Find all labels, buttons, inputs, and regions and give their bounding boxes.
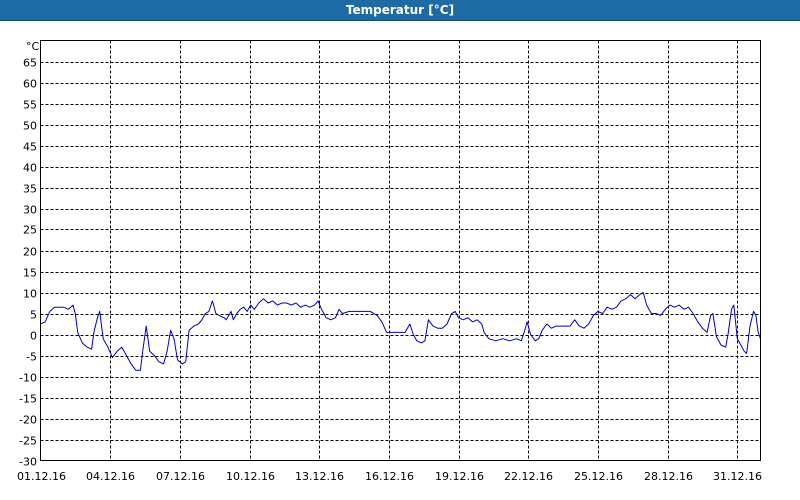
x-tick-label: 25.12.16 <box>574 470 623 483</box>
y-tick-label: 10 <box>23 288 37 301</box>
y-tick-label: -30 <box>19 456 37 469</box>
y-tick-label: 20 <box>23 246 37 259</box>
y-tick-label: 55 <box>23 99 37 112</box>
y-tick-label: 45 <box>23 141 37 154</box>
x-tick-label: 01.12.16 <box>17 470 66 483</box>
y-tick-label: 25 <box>23 224 37 237</box>
y-tick-label: 35 <box>23 183 37 196</box>
y-tick-label: 50 <box>23 120 37 133</box>
x-tick-label: 22.12.16 <box>504 470 553 483</box>
y-tick-label: 65 <box>23 57 37 70</box>
x-tick-label: 31.12.16 <box>713 470 762 483</box>
y-tick-label: -25 <box>19 435 37 448</box>
x-tick-label: 28.12.16 <box>644 470 693 483</box>
y-tick-label: -15 <box>19 393 37 406</box>
x-tick-label: 19.12.16 <box>435 470 484 483</box>
x-tick-label: 10.12.16 <box>226 470 275 483</box>
y-tick-label: 30 <box>23 204 37 217</box>
x-axis-ticks: 01.12.16 04.12.16 07.12.16 10.12.16 13.12.16… <box>17 470 762 483</box>
y-tick-label: 0 <box>30 330 37 343</box>
y-tick-label: 60 <box>23 78 37 91</box>
y-tick-label: 5 <box>30 309 37 322</box>
x-tick-label: 07.12.16 <box>156 470 205 483</box>
x-tick-label: 16.12.16 <box>365 470 414 483</box>
temperature-series-line <box>40 292 761 371</box>
y-tick-label: -20 <box>19 414 37 427</box>
x-tick-label: 13.12.16 <box>295 470 344 483</box>
series-layer <box>40 292 761 371</box>
y-tick-label: 15 <box>23 267 37 280</box>
grid-layer <box>40 40 761 461</box>
y-tick-label: 40 <box>23 162 37 175</box>
plot-frame <box>40 40 761 461</box>
y-axis-unit-label: °C <box>26 40 40 53</box>
y-axis-ticks: 65605550454035302520151050-5-10-15-20-25… <box>19 57 37 469</box>
chart-window: Temperatur [°C] 65 60 55 50 45 40 35 30 25 20 15 10… <box>0 0 800 500</box>
x-tick-label: 04.12.16 <box>86 470 135 483</box>
y-tick-label: -5 <box>26 351 37 364</box>
y-tick-label: -10 <box>19 372 37 385</box>
temperature-chart: 65605550454035302520151050-5-10-15-20-25… <box>17 40 762 483</box>
